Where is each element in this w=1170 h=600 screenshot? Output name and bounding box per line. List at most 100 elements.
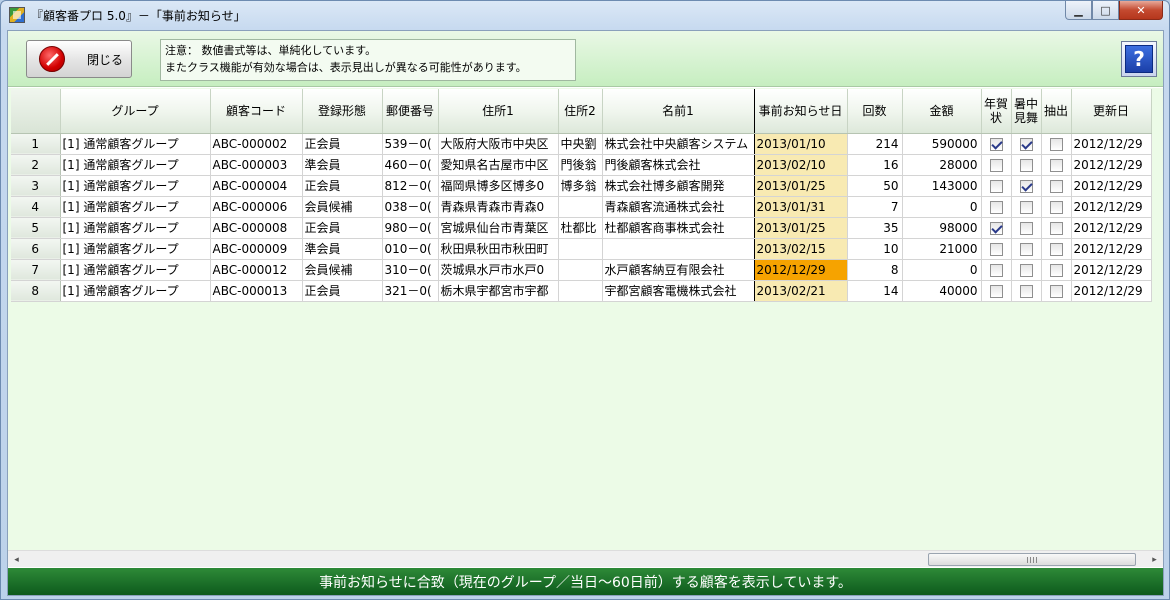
cell-group[interactable]: [1] 通常顧客グループ (60, 259, 211, 281)
nenga-checkbox[interactable] (989, 179, 1003, 193)
cell-updated[interactable]: 2012/12/29 (1071, 154, 1152, 176)
col-header-shochu[interactable]: 暑中 見舞 (1011, 89, 1042, 134)
cell-date[interactable]: 2013/02/10 (754, 154, 848, 176)
cell-updated[interactable]: 2012/12/29 (1071, 238, 1152, 260)
cell-date[interactable]: 2012/12/29 (754, 259, 848, 281)
cell-zip[interactable]: 980－0( (382, 217, 439, 239)
chushutsu-checkbox[interactable] (1049, 263, 1063, 277)
chushutsu-checkbox[interactable] (1049, 242, 1063, 256)
cell-addr1[interactable]: 青森県青森市青森0 (438, 196, 559, 218)
col-header-nenga[interactable]: 年賀状 (981, 89, 1012, 134)
cell-reg[interactable]: 正会員 (302, 175, 383, 197)
cell-reg[interactable]: 正会員 (302, 280, 383, 302)
cell-addr2[interactable]: 杜都比 (558, 217, 603, 239)
cell-name1[interactable]: 宇都宮顧客電機株式会社 (602, 280, 755, 302)
table-row[interactable]: 6 [1] 通常顧客グループ ABC-000009 準会員 010－0(秋田県秋田市秋田… (11, 238, 1152, 260)
cell-code[interactable]: ABC-000013 (210, 280, 303, 302)
cell-code[interactable]: ABC-000004 (210, 175, 303, 197)
cell-date[interactable]: 2013/01/25 (754, 175, 848, 197)
cell-addr2[interactable] (558, 238, 603, 260)
table-row[interactable]: 4 [1] 通常顧客グループ ABC-000006 会員候補 038－0(青森県青森市青… (11, 196, 1152, 218)
cell-zip[interactable]: 812－0( (382, 175, 439, 197)
cell-addr1[interactable]: 愛知県名古屋市中区 (438, 154, 559, 176)
col-header-amount[interactable]: 金額 (902, 89, 982, 134)
cell-name1[interactable]: 杜都顧客商事株式会社 (602, 217, 755, 239)
row-number[interactable]: 2 (11, 154, 61, 176)
chushutsu-checkbox[interactable] (1049, 284, 1063, 298)
row-number-header[interactable] (11, 89, 61, 134)
cell-zip[interactable]: 321－0( (382, 280, 439, 302)
row-number[interactable]: 4 (11, 196, 61, 218)
cell-updated[interactable]: 2012/12/29 (1071, 259, 1152, 281)
close-button[interactable]: 閉じる (26, 40, 132, 78)
cell-name1[interactable] (602, 238, 755, 260)
cell-code[interactable]: ABC-000012 (210, 259, 303, 281)
nenga-checkbox[interactable] (989, 137, 1003, 151)
row-number[interactable]: 5 (11, 217, 61, 239)
chushutsu-checkbox[interactable] (1049, 221, 1063, 235)
shochu-checkbox[interactable] (1019, 158, 1033, 172)
minimize-button[interactable]: ▁ (1065, 1, 1092, 20)
shochu-checkbox[interactable] (1019, 242, 1033, 256)
cell-group[interactable]: [1] 通常顧客グループ (60, 175, 211, 197)
cell-count[interactable]: 50 (847, 175, 903, 197)
cell-updated[interactable]: 2012/12/29 (1071, 196, 1152, 218)
col-header-chushutsu[interactable]: 抽出 (1041, 89, 1072, 134)
cell-date[interactable]: 2013/01/10 (754, 133, 848, 155)
shochu-checkbox[interactable] (1019, 137, 1033, 151)
cell-updated[interactable]: 2012/12/29 (1071, 280, 1152, 302)
cell-reg[interactable]: 会員候補 (302, 196, 383, 218)
chushutsu-checkbox[interactable] (1049, 200, 1063, 214)
col-header-zip[interactable]: 郵便番号 (382, 89, 439, 134)
cell-reg[interactable]: 準会員 (302, 238, 383, 260)
cell-code[interactable]: ABC-000002 (210, 133, 303, 155)
scroll-left-arrow-icon[interactable]: ◂ (8, 551, 25, 568)
cell-group[interactable]: [1] 通常顧客グループ (60, 280, 211, 302)
window-close-button[interactable]: ✕ (1119, 1, 1163, 20)
cell-code[interactable]: ABC-000003 (210, 154, 303, 176)
cell-date[interactable]: 2013/01/31 (754, 196, 848, 218)
table-row[interactable]: 1 [1] 通常顧客グループ ABC-000002 正会員 539－0(大阪府大阪市中央… (11, 133, 1152, 155)
chushutsu-checkbox[interactable] (1049, 179, 1063, 193)
cell-addr2[interactable] (558, 196, 603, 218)
col-header-reg[interactable]: 登録形態 (302, 89, 383, 134)
cell-name1[interactable]: 水戸顧客納豆有限会社 (602, 259, 755, 281)
cell-group[interactable]: [1] 通常顧客グループ (60, 154, 211, 176)
table-row[interactable]: 8 [1] 通常顧客グループ ABC-000013 正会員 321－0(栃木県宇都宮市宇… (11, 280, 1152, 302)
table-row[interactable]: 2 [1] 通常顧客グループ ABC-000003 準会員 460－0(愛知県名古屋市中… (11, 154, 1152, 176)
cell-zip[interactable]: 038－0( (382, 196, 439, 218)
cell-group[interactable]: [1] 通常顧客グループ (60, 217, 211, 239)
cell-addr1[interactable]: 福岡県博多区博多0 (438, 175, 559, 197)
nenga-checkbox[interactable] (989, 263, 1003, 277)
row-number[interactable]: 6 (11, 238, 61, 260)
cell-code[interactable]: ABC-000009 (210, 238, 303, 260)
cell-addr1[interactable]: 栃木県宇都宮市宇都 (438, 280, 559, 302)
cell-count[interactable]: 35 (847, 217, 903, 239)
cell-addr2[interactable]: 門後翁 (558, 154, 603, 176)
cell-count[interactable]: 10 (847, 238, 903, 260)
cell-reg[interactable]: 正会員 (302, 133, 383, 155)
nenga-checkbox[interactable] (989, 221, 1003, 235)
horizontal-scrollbar[interactable]: ◂ ▸ (8, 550, 1163, 567)
nenga-checkbox[interactable] (989, 242, 1003, 256)
cell-zip[interactable]: 310－0( (382, 259, 439, 281)
col-header-date[interactable]: 事前お知らせ日 (754, 89, 848, 134)
col-header-code[interactable]: 顧客コード (210, 89, 303, 134)
cell-reg[interactable]: 正会員 (302, 217, 383, 239)
nenga-checkbox[interactable] (989, 158, 1003, 172)
cell-updated[interactable]: 2012/12/29 (1071, 217, 1152, 239)
cell-addr2[interactable] (558, 280, 603, 302)
cell-addr2[interactable]: 博多翁 (558, 175, 603, 197)
col-header-addr1[interactable]: 住所1 (438, 89, 559, 134)
chushutsu-checkbox[interactable] (1049, 137, 1063, 151)
row-number[interactable]: 3 (11, 175, 61, 197)
cell-updated[interactable]: 2012/12/29 (1071, 133, 1152, 155)
cell-group[interactable]: [1] 通常顧客グループ (60, 238, 211, 260)
cell-date[interactable]: 2013/01/25 (754, 217, 848, 239)
maximize-button[interactable]: □ (1092, 1, 1119, 20)
scroll-thumb[interactable] (928, 553, 1136, 566)
scroll-right-arrow-icon[interactable]: ▸ (1146, 551, 1163, 568)
help-button[interactable]: ? (1121, 41, 1157, 77)
cell-addr1[interactable]: 大阪府大阪市中央区 (438, 133, 559, 155)
cell-amount[interactable]: 143000 (902, 175, 982, 197)
